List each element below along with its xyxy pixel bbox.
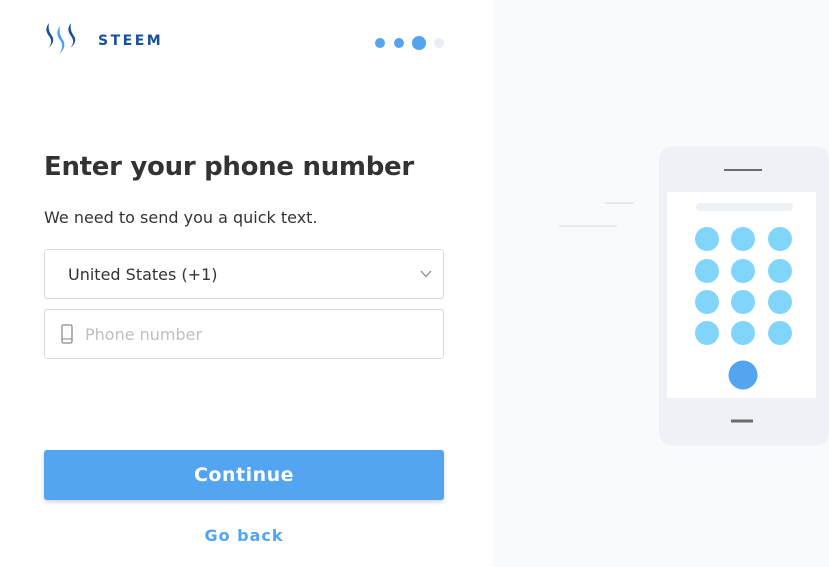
signup-panel: STEEM Enter your phone number We need to… xyxy=(0,0,493,567)
illustration-panel xyxy=(493,0,829,567)
keypad-key xyxy=(768,227,792,251)
keypad-key xyxy=(731,227,755,251)
keypad-key xyxy=(731,259,755,283)
country-select[interactable]: United States (+1) xyxy=(44,249,444,299)
keypad-key xyxy=(731,290,755,314)
phone-field[interactable] xyxy=(44,309,444,359)
phone-keypad-illustration xyxy=(559,146,829,446)
mobile-phone-icon xyxy=(61,324,73,344)
keypad-key xyxy=(695,259,719,283)
continue-button[interactable]: Continue xyxy=(44,450,444,500)
go-back-link[interactable]: Go back xyxy=(44,526,444,545)
keypad-key xyxy=(768,259,792,283)
keypad-key xyxy=(695,321,719,345)
country-select-value: United States (+1) xyxy=(68,265,218,284)
page-subtitle: We need to send you a quick text. xyxy=(44,208,318,227)
keypad-key xyxy=(695,290,719,314)
keypad-key xyxy=(695,227,719,251)
step-indicator xyxy=(375,35,445,51)
page-title: Enter your phone number xyxy=(44,152,414,182)
chevron-down-icon xyxy=(420,270,432,278)
brand-name: STEEM xyxy=(98,33,164,49)
step-dot-4 xyxy=(434,38,444,48)
keypad-action-key xyxy=(728,360,758,390)
screen-input-bar xyxy=(696,203,793,211)
keypad-key xyxy=(768,321,792,345)
phone-number-input[interactable] xyxy=(85,310,435,358)
steem-logo-icon xyxy=(46,23,76,54)
step-dot-1 xyxy=(375,38,385,48)
keypad-key xyxy=(731,321,755,345)
keypad-key xyxy=(768,290,792,314)
step-dot-2 xyxy=(394,38,404,48)
step-dot-3-current xyxy=(412,36,426,50)
